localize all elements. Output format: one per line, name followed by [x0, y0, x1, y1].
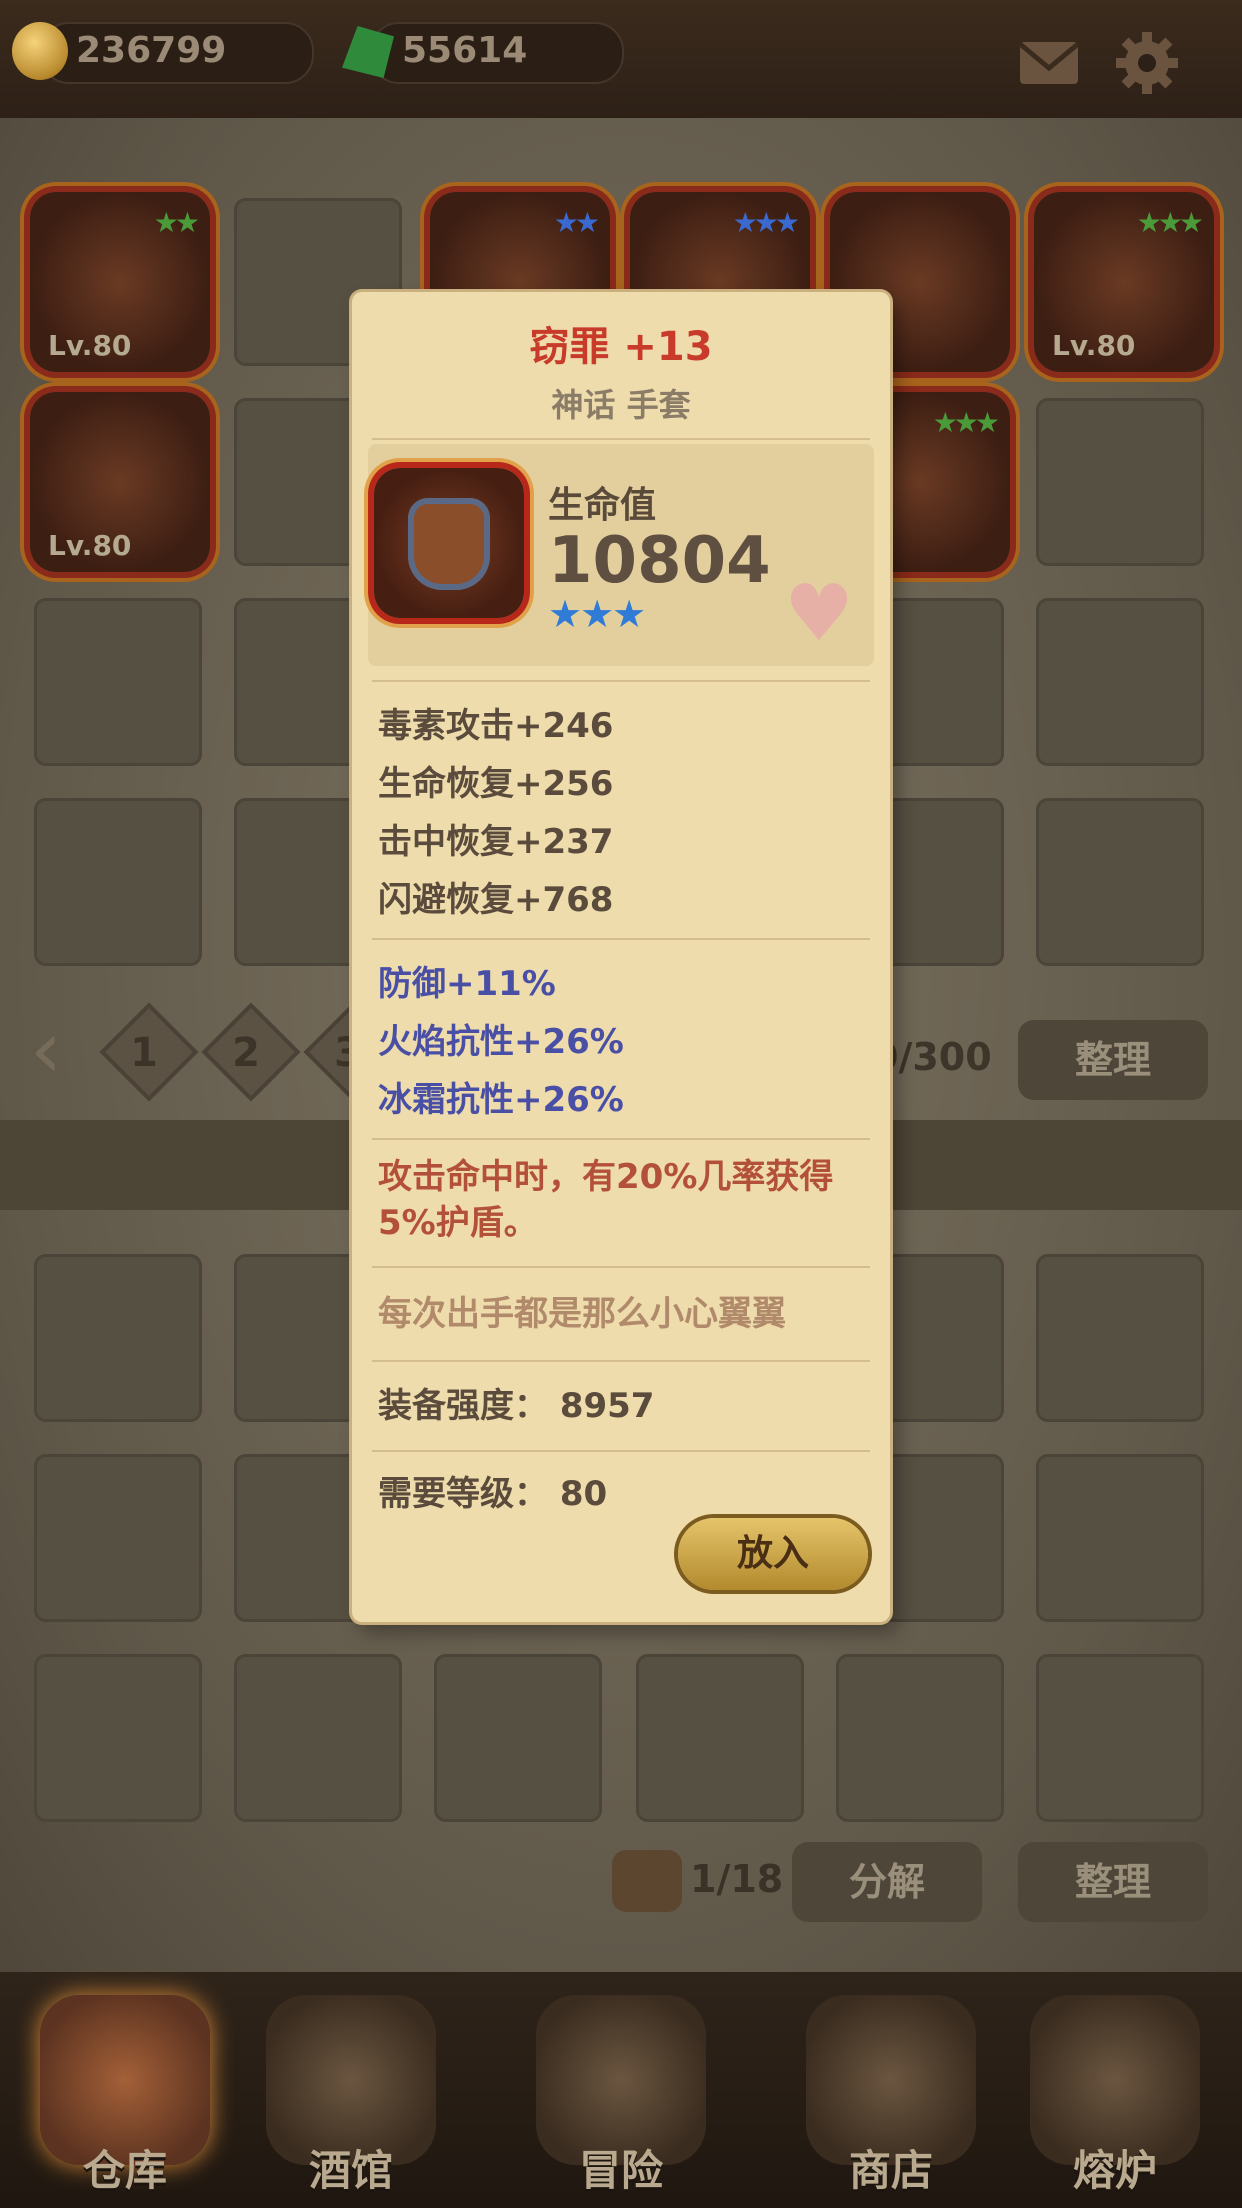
required-level: 需要等级： 80: [378, 1474, 608, 1514]
nav-label: 酒馆: [308, 2146, 393, 2195]
item-stars: ★★: [153, 206, 200, 239]
gauntlet-icon: [374, 468, 524, 618]
chest-icon: [612, 1850, 682, 1912]
storage-slot[interactable]: [1036, 1454, 1204, 1622]
decompose-button[interactable]: 分解: [792, 1842, 982, 1922]
item-lore: 每次出手都是那么小心翼翼: [378, 1294, 786, 1334]
page-number: 2: [232, 1030, 260, 1076]
special-effect: 攻击命中时，有20%几率获得5%护盾。: [378, 1157, 834, 1243]
item-rarity-type: 神话 手套: [551, 386, 691, 424]
storage-slot[interactable]: [34, 1254, 202, 1422]
gem-amount: 55614: [402, 30, 528, 71]
nav-label: 仓库: [82, 2146, 167, 2195]
heart-icon: ♥: [784, 569, 854, 659]
item-name: 窃罪 +13: [529, 324, 713, 370]
item-stars: ★★★: [548, 592, 646, 636]
storage-slot[interactable]: [836, 1654, 1004, 1822]
inventory-item-amulet[interactable]: Lv.80: [30, 392, 210, 572]
nav-adventure[interactable]: 冒险: [516, 1985, 726, 2195]
gold-coin-icon: [12, 22, 68, 80]
inventory-slot[interactable]: [1036, 798, 1204, 966]
nav-label: 冒险: [578, 2146, 663, 2195]
storage-slot[interactable]: [234, 1654, 402, 1822]
nav-tavern[interactable]: 酒馆: [246, 1985, 456, 2195]
inventory-item-shield[interactable]: ★★★ Lv.80: [1034, 192, 1214, 372]
storage-slot[interactable]: [434, 1654, 602, 1822]
nav-furnace[interactable]: 熔炉: [1010, 1985, 1220, 2195]
bonus-stat-line: 防御+11%: [378, 964, 556, 1004]
main-stat-label: 生命值: [548, 485, 657, 526]
inventory-item-sword[interactable]: ★★ Lv.80: [30, 192, 210, 372]
divider: [372, 680, 870, 682]
bonus-stat-line: 火焰抗性+26%: [378, 1022, 624, 1062]
sort-storage-button[interactable]: 整理: [1018, 1842, 1208, 1922]
divider: [372, 1266, 870, 1268]
stat-line: 击中恢复+237: [378, 822, 614, 862]
storage-slot[interactable]: [636, 1654, 804, 1822]
item-stars: ★★★: [1136, 206, 1204, 239]
equipment-power: 装备强度： 8957: [378, 1386, 655, 1426]
gold-amount: 236799: [76, 30, 227, 71]
nav-shop[interactable]: 商店: [786, 1985, 996, 2195]
storage-slot[interactable]: [34, 1654, 202, 1822]
inventory-slot[interactable]: [1036, 398, 1204, 566]
prev-page-icon[interactable]: ‹: [30, 1010, 80, 1090]
divider: [372, 438, 870, 440]
divider: [372, 1450, 870, 1452]
nav-label: 熔炉: [1072, 2146, 1157, 2195]
nav-warehouse[interactable]: 仓库: [20, 1985, 230, 2195]
mail-icon[interactable]: [1014, 28, 1084, 98]
storage-slot[interactable]: [34, 1454, 202, 1622]
inventory-slot[interactable]: [34, 798, 202, 966]
inventory-slot[interactable]: [34, 598, 202, 766]
storage-slot[interactable]: [1036, 1254, 1204, 1422]
stat-line: 毒素攻击+246: [378, 706, 614, 746]
storage-slot[interactable]: [1036, 1654, 1204, 1822]
stat-line: 生命恢复+256: [378, 764, 614, 804]
item-detail-popup: 窃罪 +13 神话 手套 生命值 10804 ★★★ ♥ 毒素攻击+246 生命…: [352, 292, 890, 1622]
gear-icon[interactable]: [1112, 28, 1182, 98]
item-level: Lv.80: [1052, 329, 1136, 362]
inventory-slot[interactable]: [1036, 598, 1204, 766]
divider: [372, 938, 870, 940]
main-stat-value: 10804: [548, 524, 771, 598]
item-stars: ★★: [553, 206, 600, 239]
put-in-button[interactable]: 放入: [678, 1518, 868, 1590]
sort-inventory-button[interactable]: 整理: [1018, 1020, 1208, 1100]
item-stars: ★★★: [732, 206, 800, 239]
nav-label: 商店: [848, 2146, 933, 2195]
stat-line: 闪避恢复+768: [378, 880, 614, 920]
divider: [372, 1138, 870, 1140]
item-stars: ★★★: [932, 406, 1000, 439]
item-level: Lv.80: [48, 529, 132, 562]
storage-capacity: 1/18: [690, 1857, 784, 1901]
bonus-stat-line: 冰霜抗性+26%: [378, 1080, 624, 1120]
page-number: 1: [130, 1030, 158, 1076]
divider: [372, 1360, 870, 1362]
item-level: Lv.80: [48, 329, 132, 362]
